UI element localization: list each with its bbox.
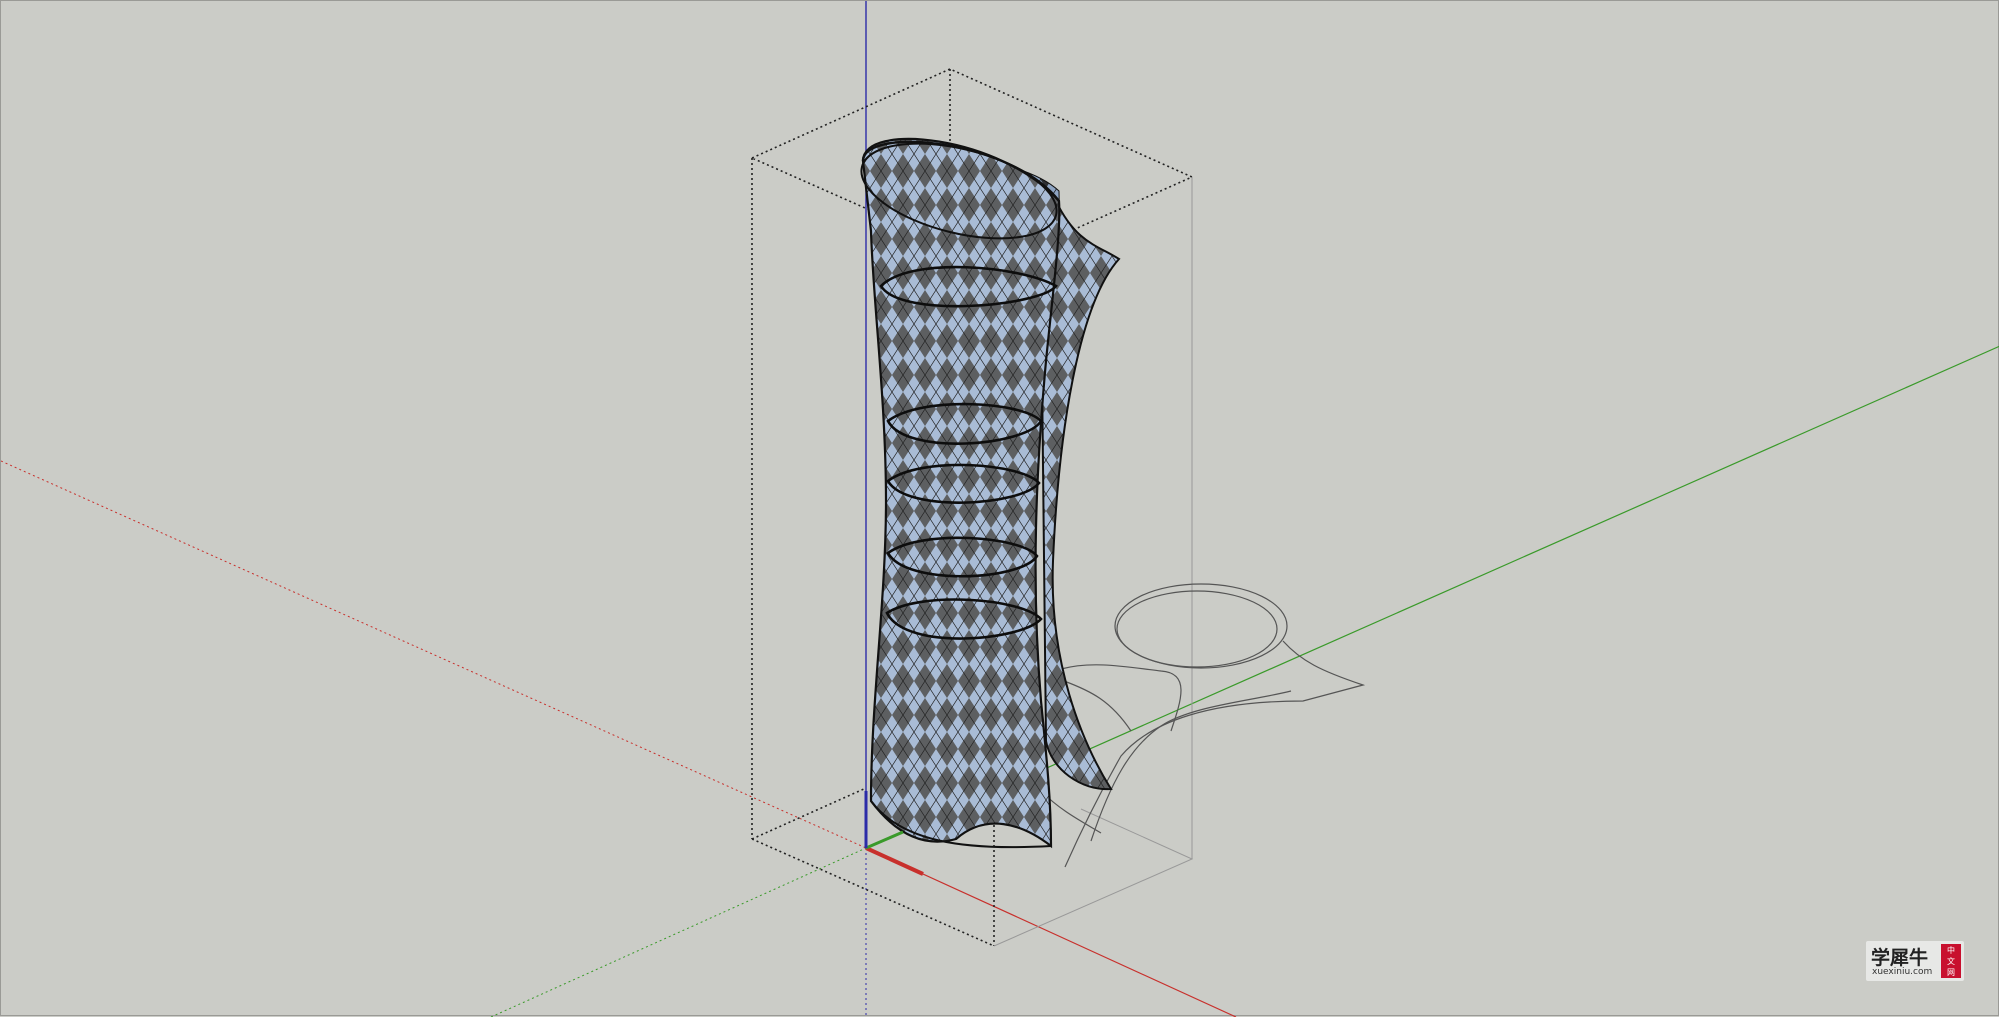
badge-char: 网 <box>1947 967 1955 977</box>
watermark-logo: 学犀牛 xuexiniu.com 中 文 网 <box>1866 941 1964 981</box>
badge-char: 中 <box>1947 945 1955 955</box>
green-axis <box>490 345 1999 1017</box>
watermark-title: 学犀牛 <box>1871 947 1929 969</box>
watermark-badge: 中 文 网 <box>1941 944 1961 978</box>
section-curves <box>1040 583 1366 868</box>
watermark-url: xuexiniu.com <box>1872 967 1933 977</box>
3d-viewport[interactable]: 学犀牛 xuexiniu.com 中 文 网 <box>0 0 1999 1017</box>
parametric-tower-model[interactable] <box>852 126 1121 849</box>
scene-canvas[interactable] <box>1 1 1999 1017</box>
badge-char: 文 <box>1947 956 1955 966</box>
